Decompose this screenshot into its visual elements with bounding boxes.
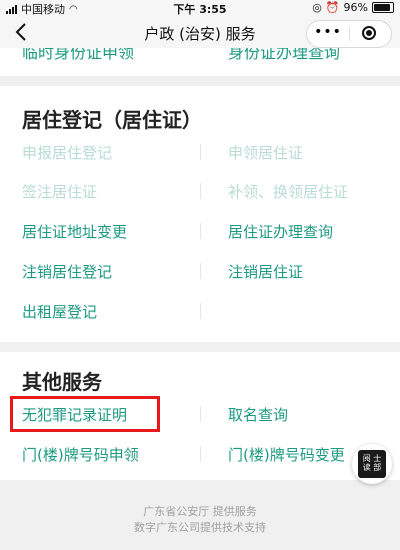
close-icon[interactable] xyxy=(349,21,391,47)
service-link-apply-residence-permit[interactable]: 申领居住证 xyxy=(228,142,303,163)
floating-reader-badge[interactable]: 阅 士 读 部 xyxy=(352,444,392,484)
service-link-cancel-residence-permit[interactable]: 注销居住证 xyxy=(228,261,303,282)
service-link-endorse-residence-permit[interactable]: 签注居住证 xyxy=(22,181,97,202)
more-icon[interactable]: ••• xyxy=(307,21,349,47)
service-link-residence-address-change[interactable]: 居住证地址变更 xyxy=(22,221,127,242)
footer-provider: 广东省公安厅 提供服务 xyxy=(143,505,257,518)
battery-icon xyxy=(372,2,394,13)
divider xyxy=(200,303,201,319)
status-right: ◎ ⏰ 96% xyxy=(312,1,394,14)
highlight-box xyxy=(10,396,160,432)
service-link-apply-residence-registration[interactable]: 申报居住登记 xyxy=(22,142,112,163)
service-link-name-query[interactable]: 取名查询 xyxy=(228,404,288,425)
divider xyxy=(200,263,201,279)
section-title-residence: 居住登记（居住证） xyxy=(22,108,202,132)
service-link-rental-registration[interactable]: 出租屋登记 xyxy=(22,301,97,322)
app-page: 中国移动 ◠ 下午 3:55 ◎ ⏰ 96% 户政 (治安) 服务 ••• 临时… xyxy=(0,0,400,550)
divider xyxy=(200,223,201,239)
divider xyxy=(200,406,201,422)
section-title-other-services: 其他服务 xyxy=(22,370,102,394)
alarm-icon: ⏰ xyxy=(325,1,340,14)
service-link-house-number-apply[interactable]: 门(楼)牌号码申领 xyxy=(22,444,139,465)
nav-bar: 户政 (治安) 服务 ••• xyxy=(0,16,400,48)
footer-tech-support: 数字广东公司提供技术支持 xyxy=(134,521,266,534)
previous-section-partial: 临时身份证申领 身份证办理查询 xyxy=(0,48,400,76)
residence-section: 居住登记（居住证） 申报居住登记 申领居住证 签注居住证 补领、换领居住证 居住… xyxy=(0,86,400,342)
service-link-residence-permit-query[interactable]: 居住证办理查询 xyxy=(228,221,333,242)
battery-percent: 96% xyxy=(343,1,368,14)
service-link-cancel-residence-registration[interactable]: 注销居住登记 xyxy=(22,261,112,282)
service-link-id-query[interactable]: 身份证办理查询 xyxy=(228,48,340,63)
divider xyxy=(200,144,201,160)
divider xyxy=(200,446,201,462)
rotation-lock-icon: ◎ xyxy=(312,1,322,14)
divider xyxy=(200,183,201,199)
service-link-reissue-residence-permit[interactable]: 补领、换领居住证 xyxy=(228,181,348,202)
badge-logo: 阅 士 读 部 xyxy=(358,450,386,478)
mini-program-capsule: ••• xyxy=(306,20,392,48)
service-link-temp-id[interactable]: 临时身份证申领 xyxy=(22,48,134,63)
status-bar: 中国移动 ◠ 下午 3:55 ◎ ⏰ 96% xyxy=(0,0,400,16)
